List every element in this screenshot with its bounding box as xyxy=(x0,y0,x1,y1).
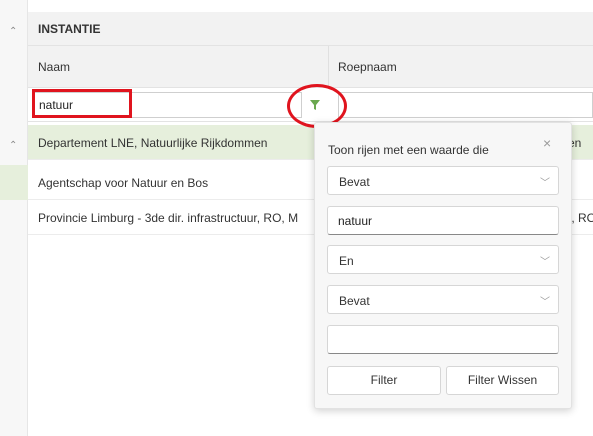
gutter-selected-marker xyxy=(0,165,28,200)
operator-select-1[interactable]: Bevat ﹀ xyxy=(327,166,559,195)
chevron-down-icon: ﹀ xyxy=(540,257,550,268)
filter-value-input-2[interactable] xyxy=(327,325,559,354)
popup-title: Toon rijen met een waarde die xyxy=(328,143,489,157)
filter-popup: Toon rijen met een waarde die × Bevat ﹀ … xyxy=(314,122,572,409)
chevron-down-icon: ﹀ xyxy=(540,297,550,308)
row-gutter: ⌃ ⌃ xyxy=(0,0,28,436)
chevron-up-icon[interactable]: ⌃ xyxy=(9,26,17,37)
operator-select-1-value: Bevat xyxy=(339,175,370,189)
operator-select-2-value: Bevat xyxy=(339,294,370,308)
column-divider[interactable] xyxy=(328,46,329,88)
cell-naam: Provincie Limburg - 3de dir. infrastruct… xyxy=(38,211,299,225)
cell-naam: Agentschap voor Natuur en Bos xyxy=(38,176,209,190)
group-title: INSTANTIE xyxy=(38,22,101,36)
chevron-up-icon[interactable]: ⌃ xyxy=(9,140,17,151)
filter-value-input-1[interactable] xyxy=(327,206,559,235)
cell-naam: Departement LNE, Natuurlijke Rijkdommen xyxy=(38,136,268,150)
column-header-roepnaam[interactable]: Roepnaam xyxy=(338,60,397,74)
column-header-naam[interactable]: Naam xyxy=(38,60,70,74)
roepnaam-filter-input[interactable] xyxy=(338,92,593,118)
filter-apply-button[interactable]: Filter xyxy=(327,366,441,395)
join-select-value: En xyxy=(339,254,354,268)
group-header: INSTANTIE xyxy=(28,12,593,46)
chevron-down-icon: ﹀ xyxy=(540,178,550,189)
close-icon[interactable]: × xyxy=(543,135,551,151)
join-select[interactable]: En ﹀ xyxy=(327,245,559,274)
column-header-row: Naam Roepnaam xyxy=(28,46,593,88)
operator-select-2[interactable]: Bevat ﹀ xyxy=(327,285,559,314)
filter-clear-button[interactable]: Filter Wissen xyxy=(446,366,559,395)
annotation-highlight-box xyxy=(32,89,132,118)
